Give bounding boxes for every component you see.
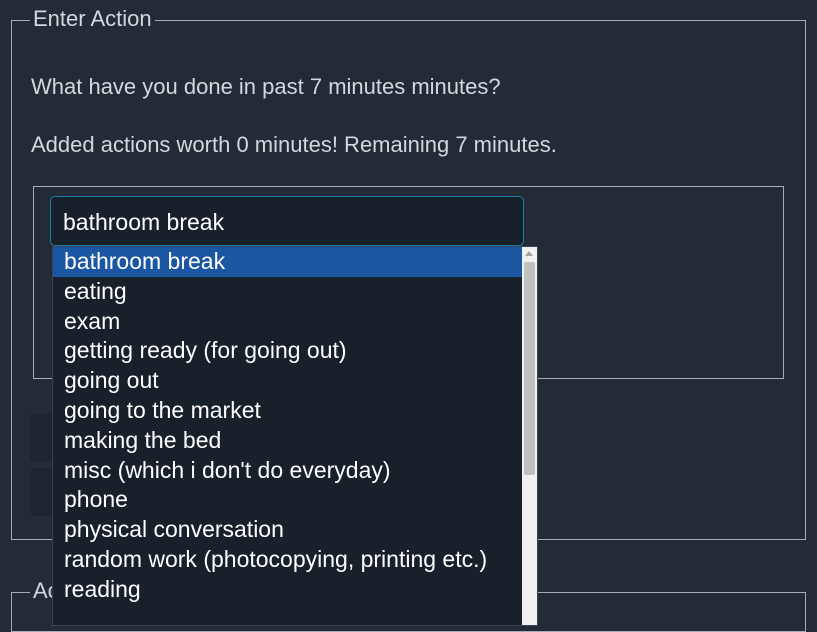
scroll-up-arrow-icon[interactable]: [525, 251, 533, 256]
dropdown-option[interactable]: phone: [53, 485, 523, 515]
time-question: What have you done in past 7 minutes min…: [31, 74, 501, 99]
dropdown-option[interactable]: physical conversation: [53, 515, 523, 545]
enter-action-legend: Enter Action: [30, 6, 155, 32]
dropdown-option[interactable]: bathroom break: [53, 247, 523, 277]
dropdown-option[interactable]: getting ready (for going out): [53, 336, 523, 366]
dropdown-option[interactable]: going out: [53, 366, 523, 396]
dropdown-option[interactable]: random work (photocopying, printing etc.…: [53, 545, 523, 575]
dropdown-option[interactable]: making the bed: [53, 426, 523, 456]
dropdown-option[interactable]: going to the market: [53, 396, 523, 426]
dropdown-option[interactable]: eating: [53, 277, 523, 307]
dropdown-option[interactable]: exam: [53, 307, 523, 337]
scroll-thumb[interactable]: [524, 262, 535, 475]
dropdown-scrollbar[interactable]: [522, 247, 537, 625]
status-message: Added actions worth 0 minutes! Remaining…: [31, 132, 557, 157]
dropdown-option[interactable]: reading: [53, 575, 523, 605]
action-dropdown-list[interactable]: bathroom break eating exam getting ready…: [52, 246, 538, 626]
action-select[interactable]: bathroom break: [50, 196, 524, 246]
dropdown-option[interactable]: misc (which i don't do everyday): [53, 456, 523, 486]
